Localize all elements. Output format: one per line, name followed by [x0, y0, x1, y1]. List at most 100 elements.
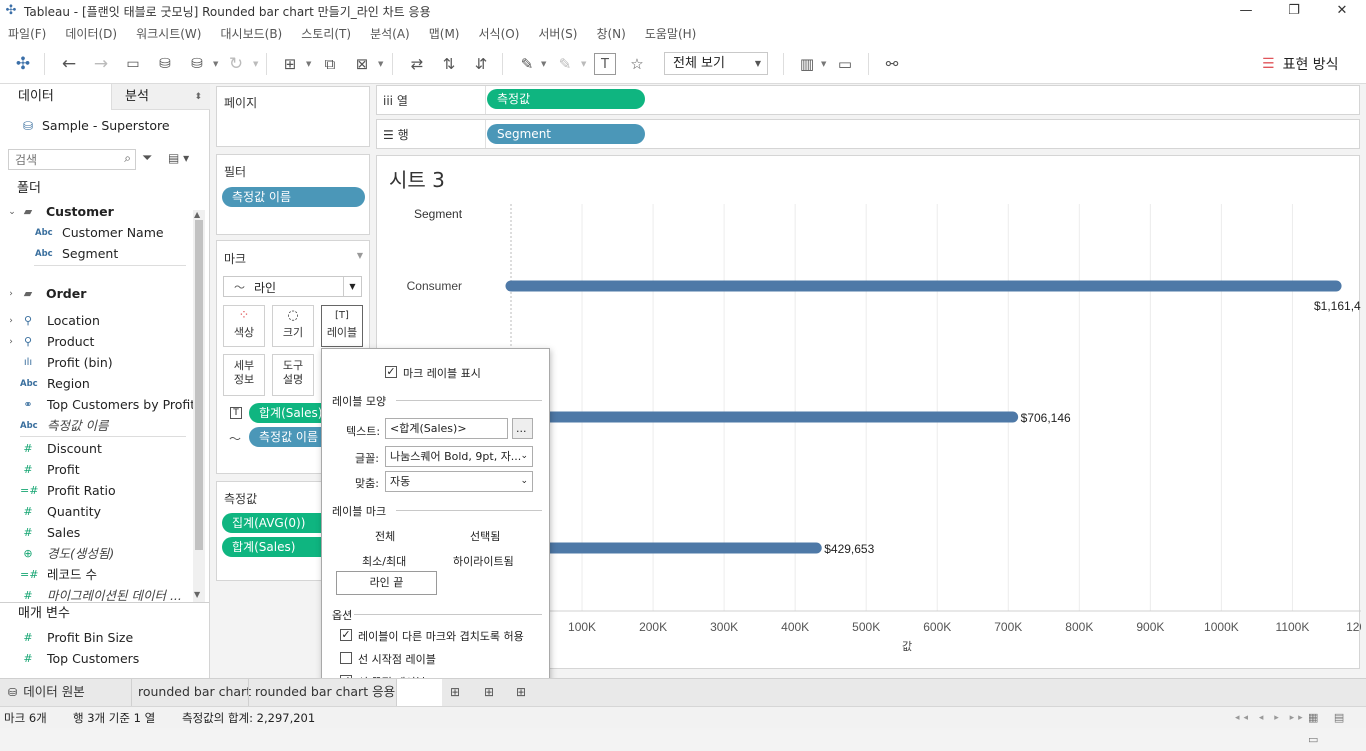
- option-all[interactable]: 전체: [375, 528, 395, 544]
- folder-open-icon: ▰: [23, 205, 33, 218]
- menu-analysis[interactable]: 분석(A): [370, 25, 410, 42]
- menu-server[interactable]: 서버(S): [538, 25, 577, 42]
- text-field[interactable]: <합계(Sales)>: [385, 418, 508, 439]
- tab-rounded-bar-chart-applied[interactable]: rounded bar chart 응용: [248, 679, 396, 706]
- menu-worksheet[interactable]: 워크시트(W): [136, 25, 201, 42]
- chevron-down-icon: ⌄: [520, 476, 528, 486]
- search-field[interactable]: ⌕: [8, 149, 136, 170]
- font-select[interactable]: 나눔스퀘어 Bold, 9pt, 자... ⌄: [385, 446, 533, 467]
- menu-window[interactable]: 창(N): [596, 25, 625, 42]
- size-icon: ◌: [287, 308, 299, 323]
- option-line-end[interactable]: 라인 끝: [336, 571, 437, 595]
- filter-icon[interactable]: ⏷: [142, 151, 152, 166]
- close-button[interactable]: ✕: [1318, 0, 1366, 22]
- new-story-tab-icon[interactable]: ⊞: [516, 685, 526, 699]
- size-label: 크기: [282, 326, 304, 339]
- allow-overlap-checkbox[interactable]: ✓: [340, 629, 352, 641]
- duplicate-sheet-icon[interactable]: ⧉: [318, 52, 342, 76]
- scrollbar[interactable]: ▲ ▼: [193, 210, 205, 602]
- number-type-icon: #: [23, 505, 33, 518]
- label-start-label: 선 시작점 레이블: [358, 653, 436, 666]
- search-input[interactable]: [9, 150, 114, 169]
- show-me-button[interactable]: ☰ 표현 방식: [1262, 54, 1339, 74]
- scroll-thumb[interactable]: [195, 220, 203, 550]
- tab-rounded-bar-chart[interactable]: rounded bar chart: [131, 679, 257, 706]
- folder-header: 폴더: [17, 181, 41, 196]
- window-title: Tableau - [플랜잇 태블로 굿모닝] Rounded bar char…: [24, 4, 431, 19]
- tooltip-button[interactable]: 도구 설명: [272, 354, 314, 396]
- new-worksheet-icon[interactable]: ⊞: [278, 52, 302, 76]
- filter-pill-measure-names[interactable]: 측정값 이름: [222, 187, 365, 207]
- show-labels-checkbox[interactable]: ✓: [385, 366, 397, 378]
- save-icon[interactable]: ▭: [121, 52, 145, 76]
- marks-collapse-icon[interactable]: ▼: [357, 251, 363, 260]
- section-appearance-title: 레이블 모양: [332, 395, 387, 408]
- menu-story[interactable]: 스토리(T): [301, 25, 351, 42]
- restore-button[interactable]: ❐: [1270, 0, 1318, 22]
- new-dashboard-tab-icon[interactable]: ⊞: [484, 685, 494, 699]
- menu-help[interactable]: 도움말(H): [645, 25, 697, 42]
- tab-data-source[interactable]: ⛁ 데이터 원본: [2, 679, 91, 706]
- menu-format[interactable]: 서식(O): [479, 25, 520, 42]
- color-button[interactable]: ⁘ 색상: [223, 305, 265, 347]
- tab-sheet-3[interactable]: [396, 679, 442, 706]
- scroll-down-icon[interactable]: ▼: [194, 590, 200, 599]
- datasource-icon: ⛁: [22, 119, 34, 133]
- alignment-value: 자동: [390, 475, 411, 488]
- sheet-view-mode-icons[interactable]: ▦ ▤ ▭: [1308, 707, 1366, 751]
- alignment-select[interactable]: 자동 ⌄: [385, 471, 533, 492]
- menu-file[interactable]: 파일(F): [8, 25, 46, 42]
- presentation-mode-icon[interactable]: ▭: [833, 52, 857, 76]
- rows-pill-segment[interactable]: Segment: [487, 124, 645, 144]
- pages-card[interactable]: 페이지: [216, 86, 370, 147]
- x-tick-label: 200K: [639, 620, 667, 634]
- option-min-max[interactable]: 최소/최대: [362, 553, 406, 569]
- new-worksheet-tab-icon[interactable]: ⊞: [450, 685, 460, 699]
- sort-ascending-icon[interactable]: ⇅: [437, 52, 461, 76]
- filters-card[interactable]: 필터 측정값 이름: [216, 154, 370, 235]
- size-button[interactable]: ◌ 크기: [272, 305, 314, 347]
- label-button[interactable]: [T] 레이블: [321, 305, 363, 347]
- pause-updates-icon[interactable]: ⛁: [185, 52, 209, 76]
- show-cards-icon[interactable]: ▥: [795, 52, 819, 76]
- filters-title: 필터: [224, 165, 247, 179]
- show-mark-labels-icon[interactable]: T: [594, 53, 616, 75]
- mark-type-select[interactable]: 〜 라인 ▼: [223, 276, 362, 297]
- field-label: Top Customers by Profit: [47, 397, 196, 412]
- sort-descending-icon[interactable]: ⇵: [469, 52, 493, 76]
- highlight-icon[interactable]: ✎: [515, 52, 539, 76]
- swap-rows-columns-icon[interactable]: ⇄: [405, 52, 429, 76]
- minimize-button[interactable]: —: [1222, 0, 1270, 22]
- columns-shelf[interactable]: iii 열 측정값: [376, 85, 1360, 115]
- tab-data[interactable]: 데이터: [0, 84, 112, 110]
- detail-button[interactable]: 세부 정보: [223, 354, 265, 396]
- new-datasource-icon[interactable]: ⛁: [153, 52, 177, 76]
- scroll-up-icon[interactable]: ▲: [194, 210, 200, 219]
- view-mode-select[interactable]: 전체 보기 ▼: [664, 52, 768, 75]
- redo-icon[interactable]: →: [89, 52, 113, 76]
- tab-analytics[interactable]: 분석 ⬍: [112, 84, 210, 110]
- rows-shelf[interactable]: ☰ 행 Segment: [376, 119, 1360, 149]
- label-start-checkbox[interactable]: [340, 652, 352, 664]
- clear-sheet-icon[interactable]: ⊠: [350, 52, 374, 76]
- fix-axes-icon[interactable]: ☆: [625, 52, 649, 76]
- sheet-navigation-icons[interactable]: ◂◂ ◂ ▸ ▸▸: [1235, 707, 1307, 729]
- title-bar: ✣ Tableau - [플랜잇 태블로 굿모닝] Rounded bar ch…: [0, 0, 1366, 22]
- columns-pill-measure-values[interactable]: 측정값: [487, 89, 645, 109]
- menu-map[interactable]: 맵(M): [429, 25, 460, 42]
- label-label: 레이블: [326, 326, 358, 339]
- view-options-icon[interactable]: ▤ ▾: [168, 151, 189, 165]
- refresh-icon[interactable]: ↻: [224, 52, 248, 76]
- tableau-home-icon[interactable]: ✣: [11, 52, 35, 76]
- undo-icon[interactable]: ←: [57, 52, 81, 76]
- option-selected[interactable]: 선택됨: [470, 528, 500, 544]
- field-label: Profit (bin): [47, 355, 113, 370]
- string-type-icon: Abc: [35, 249, 53, 259]
- text-edit-button[interactable]: ...: [512, 418, 533, 439]
- option-highlighted[interactable]: 하이라이트됨: [453, 553, 514, 569]
- section-marks-title: 레이블 마크: [332, 505, 387, 518]
- menu-dashboard[interactable]: 대시보드(B): [220, 25, 282, 42]
- menu-data[interactable]: 데이터(D): [65, 25, 117, 42]
- share-icon[interactable]: ⚯: [880, 52, 904, 76]
- group-members-icon[interactable]: ✎: [553, 52, 577, 76]
